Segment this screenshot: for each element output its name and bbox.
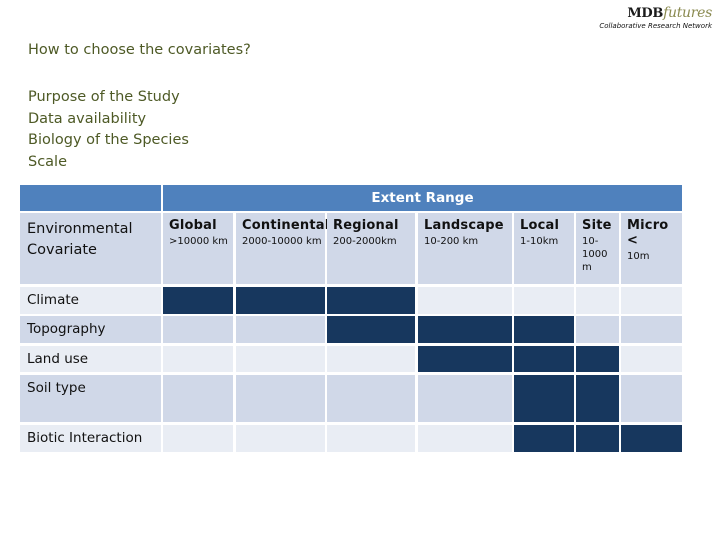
table-row-label: Land use — [20, 346, 161, 372]
inactive-scale-cell — [514, 287, 574, 314]
covariate-name: Soil type — [27, 380, 86, 396]
active-scale-cell — [163, 287, 233, 314]
covariate-name: Topography — [27, 321, 106, 337]
slide-title: How to choose the covariates? — [28, 42, 251, 58]
active-scale-cell — [514, 316, 574, 343]
inactive-scale-cell — [327, 425, 415, 452]
inactive-scale-cell — [418, 287, 512, 314]
logo-subtitle: Collaborative Research Network — [599, 22, 712, 30]
column-name: Global — [169, 218, 217, 233]
column-name: Micro < — [627, 218, 669, 248]
column-range: >10000 km — [169, 236, 228, 247]
active-scale-cell — [576, 346, 619, 372]
column-header-site: Site 10-1000 m — [576, 213, 619, 284]
column-header-landscape: Landscape 10-200 km — [418, 213, 512, 284]
table-row-label: Biotic Interaction — [20, 425, 161, 452]
active-scale-cell — [514, 346, 574, 372]
column-range: 200-2000km — [333, 236, 397, 247]
active-scale-cell — [327, 287, 415, 314]
inactive-scale-cell — [418, 425, 512, 452]
active-scale-cell — [418, 346, 512, 372]
active-scale-cell — [576, 375, 619, 422]
logo: MDBfutures Collaborative Research Networ… — [599, 5, 712, 30]
extent-range-label: Extent Range — [371, 190, 474, 206]
inactive-scale-cell — [621, 346, 682, 372]
table-row-label: Climate — [20, 287, 161, 314]
column-range: 10-1000 m — [582, 236, 608, 273]
covariate-name: Climate — [27, 292, 79, 308]
bullet-item: Biology of the Species — [28, 132, 189, 148]
inactive-scale-cell — [236, 316, 325, 343]
inactive-scale-cell — [621, 316, 682, 343]
inactive-scale-cell — [163, 375, 233, 422]
inactive-scale-cell — [163, 316, 233, 343]
inactive-scale-cell — [163, 425, 233, 452]
covariate-name: Biotic Interaction — [27, 430, 143, 446]
inactive-scale-cell — [621, 287, 682, 314]
bullet-list: Purpose of the Study Data availability B… — [28, 87, 189, 173]
active-scale-cell — [514, 375, 574, 422]
extent-range-header: Extent Range — [163, 185, 682, 211]
active-scale-cell — [327, 316, 415, 343]
column-name: Continental — [242, 218, 330, 233]
active-scale-cell — [514, 425, 574, 452]
inactive-scale-cell — [163, 346, 233, 372]
column-header-local: Local 1-10km — [514, 213, 574, 284]
column-name: Local — [520, 218, 560, 233]
table-row-label: Topography — [20, 316, 161, 343]
inactive-scale-cell — [327, 346, 415, 372]
bullet-item: Purpose of the Study — [28, 89, 180, 105]
bullet-item: Data availability — [28, 110, 147, 127]
column-header-regional: Regional 200-2000km — [327, 213, 415, 284]
column-name: Site — [582, 218, 612, 233]
column-name: Landscape — [424, 218, 504, 233]
table-row-label: Soil type — [20, 375, 161, 422]
active-scale-cell — [621, 425, 682, 452]
active-scale-cell — [236, 287, 325, 314]
environmental-covariate-label: Environmental Covariate — [27, 221, 133, 258]
column-name: Regional — [333, 218, 399, 233]
column-range: 10-200 km — [424, 236, 479, 247]
inactive-scale-cell — [236, 375, 325, 422]
column-header-micro: Micro < 10m — [621, 213, 682, 284]
inactive-scale-cell — [236, 425, 325, 452]
inactive-scale-cell — [418, 375, 512, 422]
column-header-continental: Continental 2000-10000 km — [236, 213, 330, 284]
column-header-global: Global >10000 km — [163, 213, 233, 284]
column-range: 10m — [627, 251, 650, 262]
column-range: 2000-10000 km — [242, 236, 322, 247]
inactive-scale-cell — [327, 375, 415, 422]
active-scale-cell — [576, 425, 619, 452]
inactive-scale-cell — [576, 287, 619, 314]
inactive-scale-cell — [236, 346, 325, 372]
logo-italic-text: futures — [663, 5, 712, 21]
covariate-name: Land use — [27, 351, 89, 367]
inactive-scale-cell — [621, 375, 682, 422]
row-header-cell: Environmental Covariate — [20, 213, 161, 284]
bullet-item: Scale — [28, 153, 68, 170]
inactive-scale-cell — [576, 316, 619, 343]
logo-main-text: MDB — [627, 6, 664, 21]
header-corner-cell — [20, 185, 161, 211]
column-range: 1-10km — [520, 236, 559, 247]
logo-title: MDBfutures — [599, 5, 712, 21]
active-scale-cell — [418, 316, 512, 343]
